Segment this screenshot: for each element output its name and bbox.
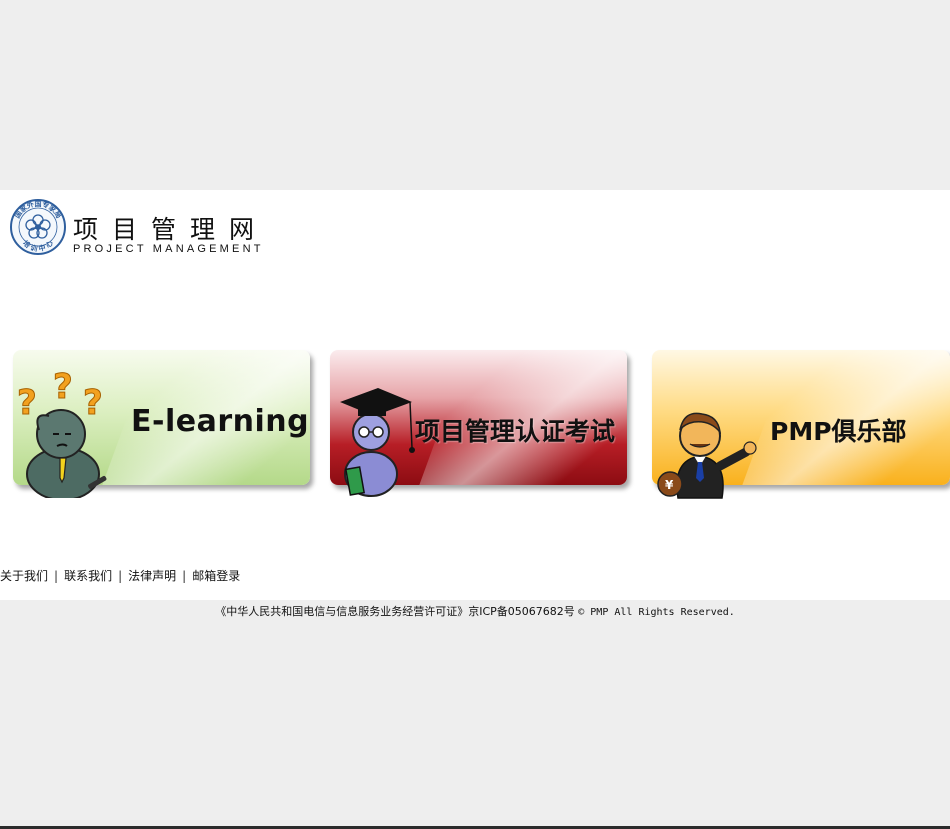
footer-link-about-us[interactable]: 关于我们 bbox=[0, 569, 48, 583]
e-learning-banner-label: E-learning bbox=[131, 404, 310, 439]
svg-text:?: ? bbox=[83, 383, 103, 423]
pmp-club-banner-label: PMP俱乐部 bbox=[770, 417, 907, 446]
e-learning-banner[interactable]: ? ? ? E-learning bbox=[13, 350, 310, 498]
main-panel: 国家外国专家局 培 训 中 心 项目管理网 PROJECT MANAGEMENT… bbox=[0, 190, 950, 600]
footer-separator: | bbox=[182, 569, 187, 583]
logo-subtitle: PROJECT MANAGEMENT bbox=[73, 243, 264, 255]
rights-reserved-text: © PMP All Rights Reserved. bbox=[578, 607, 735, 618]
svg-text:?: ? bbox=[53, 368, 73, 407]
certification-exam-banner[interactable]: 项目管理认证考试 bbox=[330, 350, 627, 497]
svg-text:¥: ¥ bbox=[665, 478, 674, 492]
graduate-scholar-mascot-icon bbox=[340, 388, 415, 497]
footer-separator: | bbox=[118, 569, 123, 583]
certification-exam-banner-label: 项目管理认证考试 bbox=[415, 417, 616, 446]
site-logo[interactable]: 国家外国专家局 培 训 中 心 项目管理网 PROJECT MANAGEMENT bbox=[9, 198, 289, 258]
copyright-notice: 《中华人民共和国电信与信息服务业务经营许可证》京ICP备05067682号 © … bbox=[0, 603, 950, 619]
logo-title: 项目管理网 bbox=[73, 215, 269, 244]
footer-link-legal-notice[interactable]: 法律声明 bbox=[128, 569, 176, 583]
footer-link-contact-us[interactable]: 联系我们 bbox=[64, 569, 112, 583]
svg-text:?: ? bbox=[17, 383, 37, 423]
businessman-mascot-icon: ¥ bbox=[657, 412, 757, 499]
icp-license-text: 《中华人民共和国电信与信息服务业务经营许可证》京ICP备05067682号 bbox=[215, 605, 575, 618]
footer-separator: | bbox=[54, 569, 59, 583]
pmp-club-banner[interactable]: ¥ PMP俱乐部 bbox=[652, 350, 950, 499]
footer-link-email-login[interactable]: 邮箱登录 bbox=[192, 569, 240, 583]
confused-student-mascot-icon: ? ? ? bbox=[17, 368, 107, 498]
footer-links: 关于我们 | 联系我们 | 法律声明 | 邮箱登录 bbox=[0, 567, 240, 584]
training-center-seal-icon: 国家外国专家局 培 训 中 心 bbox=[10, 199, 66, 255]
